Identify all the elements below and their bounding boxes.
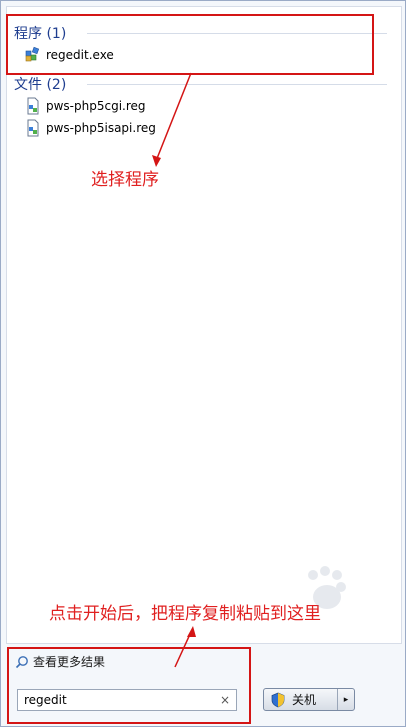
search-icon: [15, 655, 28, 668]
shutdown-label: 关机: [292, 693, 317, 707]
shutdown-options-arrow[interactable]: ▸: [337, 689, 354, 710]
see-more-results-link[interactable]: 查看更多结果: [15, 653, 105, 670]
arrow-line-select: [155, 72, 192, 162]
annotation-paste-instruction: 点击开始后，把程序复制粘贴到这里: [49, 604, 321, 624]
arrow-line-paste: [174, 631, 192, 668]
clear-search-button[interactable]: ×: [220, 693, 230, 707]
search-input[interactable]: [24, 693, 220, 707]
annotation-select-program: 选择程序: [91, 170, 159, 190]
search-box[interactable]: ×: [17, 689, 237, 711]
start-menu: 程序 (1) regedit.exe 文件 (2) pws-php5cgi.re…: [0, 0, 406, 727]
shutdown-button[interactable]: 关机 ▸: [263, 688, 355, 711]
arrow-head-paste: [187, 626, 196, 637]
see-more-label: 查看更多结果: [33, 655, 106, 669]
shield-icon: [271, 692, 285, 707]
shutdown-main[interactable]: 关机: [264, 689, 337, 710]
